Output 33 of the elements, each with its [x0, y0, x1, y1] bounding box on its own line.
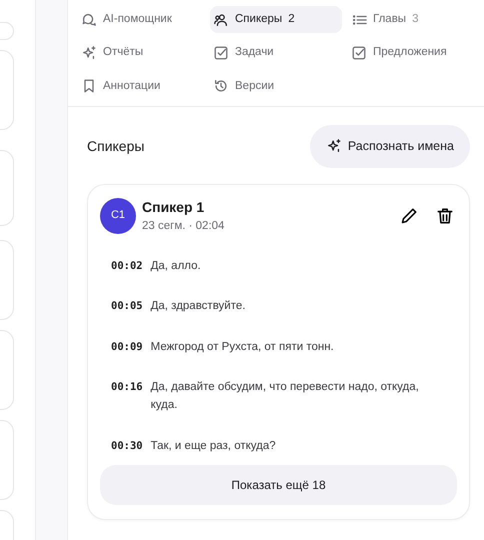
tab[interactable]: Спикеры 2 [210, 6, 342, 34]
recognize-names-button[interactable]: Распознать имена [310, 124, 470, 168]
tab[interactable]: Аннотации [78, 72, 210, 100]
show-more-button[interactable]: Показать ещё 18 [100, 465, 457, 506]
avatar: С1 [100, 198, 136, 234]
section-title: Спикеры [87, 136, 144, 156]
timestamp: 00:16 [111, 380, 143, 395]
sparkle-icon [81, 44, 97, 61]
trash-icon [435, 206, 455, 226]
segment-text: Да, алло. [150, 258, 201, 274]
segment-text: Да, давайте обсудим, что перевести надо, откуда, куда. [150, 380, 420, 414]
people-icon [213, 12, 229, 28]
tab[interactable]: Версии [210, 72, 348, 100]
checkbox-icon [213, 44, 229, 61]
pencil-icon [399, 206, 419, 226]
timestamp: 00:05 [111, 299, 143, 314]
checkbox-icon [351, 44, 367, 61]
segment-text: Межгород от Рухста, от пяти тонн. [150, 340, 334, 355]
chat-bubbles-icon [81, 12, 97, 28]
history-icon [213, 78, 229, 94]
segment-text: Так, и еще раз, откуда? [150, 438, 276, 454]
tab[interactable]: Предложения [348, 39, 476, 66]
tab[interactable]: AI-помощник [78, 6, 210, 34]
tab[interactable]: Главы 3 [348, 6, 476, 34]
tab[interactable]: Отчёты [78, 39, 210, 66]
speaker-name: Спикер 1 [142, 198, 206, 217]
sparkle-icon [326, 138, 342, 154]
timestamp: 00:30 [111, 438, 143, 454]
timestamp: 00:09 [111, 340, 143, 355]
speaker-meta: 23 сегм. · 02:04 [142, 218, 226, 234]
tab[interactable]: Задачи [210, 39, 348, 66]
timestamp: 00:02 [111, 258, 143, 274]
segment-text: Да, здравствуйте. [150, 299, 246, 314]
